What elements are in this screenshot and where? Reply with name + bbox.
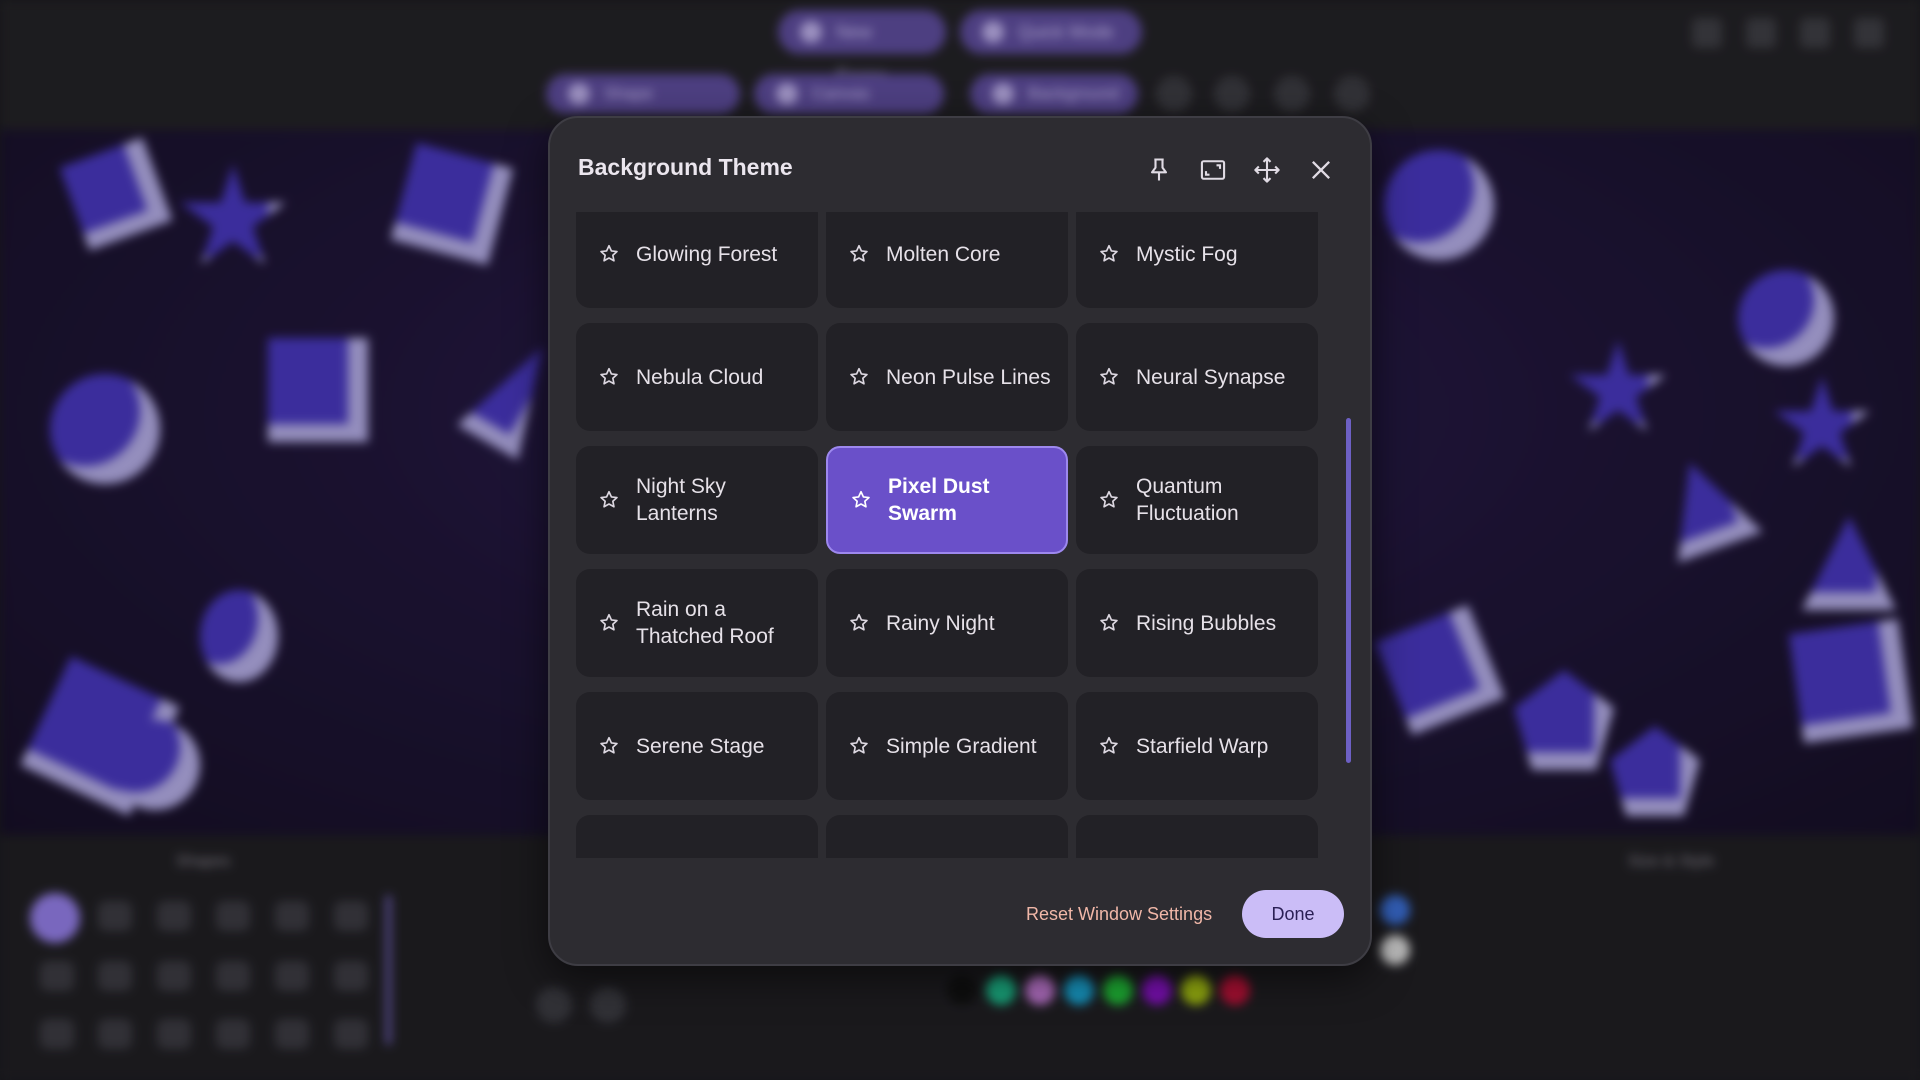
theme-card-label: Neural Synapse (1136, 365, 1286, 389)
theme-card-label: Neon Pulse Lines (886, 365, 1051, 389)
theme-card-label: Simple Gradient (886, 734, 1037, 758)
theme-grid[interactable]: Glowing Forest Molten Core Mystic Fog Nebul… (576, 212, 1318, 858)
favorite-star-icon[interactable] (848, 366, 870, 388)
move-button[interactable] (1247, 150, 1287, 190)
favorite-star-icon[interactable] (848, 612, 870, 634)
close-icon (1312, 161, 1330, 179)
theme-card[interactable]: Tranquil Moon (1076, 815, 1318, 858)
favorite-star-icon[interactable] (1098, 612, 1120, 634)
theme-card-label: Pixel Dust Swarm (888, 475, 990, 525)
theme-card-label: Rising Bubbles (1136, 611, 1277, 635)
theme-card-label: Glowing Forest (636, 242, 778, 266)
favorite-star-icon[interactable] (1098, 489, 1120, 511)
theme-card[interactable]: Molten Core (826, 212, 1068, 308)
favorite-star-icon[interactable] (848, 243, 870, 265)
theme-card[interactable]: The Silent Noh (826, 815, 1068, 858)
theme-card-label: Rain on a Thatched Roof (636, 598, 774, 648)
theme-grid-scrollbar[interactable] (1346, 418, 1351, 763)
theme-card-label: Molten Core (886, 242, 1001, 266)
theme-card[interactable]: Serene Stage (576, 692, 818, 800)
theme-card-label: Nebula Cloud (636, 365, 764, 389)
favorite-star-icon[interactable] (598, 366, 620, 388)
theme-card[interactable]: Glowing Forest (576, 212, 818, 308)
theme-card[interactable]: Neon Pulse Lines (826, 323, 1068, 431)
theme-card[interactable]: Starfield Warp (1076, 692, 1318, 800)
theme-card[interactable]: Quantum Fluctuation (1076, 446, 1318, 554)
theme-card[interactable]: Rain on a Thatched Roof (576, 569, 818, 677)
theme-card[interactable]: Night Sky Lanterns (576, 446, 818, 554)
done-button[interactable]: Done (1242, 890, 1344, 938)
dialog-title: Background Theme (578, 154, 793, 180)
move-icon (1254, 157, 1280, 183)
favorite-star-icon[interactable] (598, 612, 620, 634)
pin-icon (1150, 158, 1168, 181)
theme-card-label: Serene Stage (636, 734, 765, 758)
theme-card[interactable]: Simple Gradient (826, 692, 1068, 800)
favorite-star-icon[interactable] (598, 243, 620, 265)
theme-card-label: Mystic Fog (1136, 242, 1238, 266)
background-theme-dialog: Background Theme Glowing Forest Molten Co… (548, 116, 1372, 966)
theme-card[interactable]: Mystic Fog (1076, 212, 1318, 308)
close-button[interactable] (1301, 150, 1341, 190)
theme-card[interactable]: Pixel Dust Swarm (826, 446, 1068, 554)
theme-card-label: Starfield Warp (1136, 734, 1269, 758)
theme-card-label: Quantum Fluctuation (1136, 475, 1239, 525)
theme-card[interactable] (576, 815, 818, 858)
favorite-star-icon[interactable] (1098, 366, 1120, 388)
theme-card[interactable]: Rising Bubbles (1076, 569, 1318, 677)
theme-card[interactable]: Nebula Cloud (576, 323, 818, 431)
theme-card-label: Tranquil Moon (1136, 856, 1304, 859)
favorite-star-icon[interactable] (598, 735, 620, 757)
theme-card-label: Rainy Night (886, 611, 995, 635)
theme-card[interactable]: Neural Synapse (1076, 323, 1318, 431)
favorite-star-icon[interactable] (1098, 735, 1120, 757)
favorite-star-icon[interactable] (850, 489, 872, 511)
reset-window-settings-button[interactable]: Reset Window Settings (1026, 900, 1212, 928)
favorite-star-icon[interactable] (848, 735, 870, 757)
aspect-ratio-button[interactable] (1193, 150, 1233, 190)
theme-card-label: The Silent Noh (886, 856, 1054, 859)
favorite-star-icon[interactable] (598, 489, 620, 511)
favorite-star-icon[interactable] (1098, 243, 1120, 265)
aspect-ratio-icon (1200, 160, 1226, 180)
theme-card-label: Night Sky Lanterns (636, 475, 726, 525)
pin-button[interactable] (1139, 150, 1179, 190)
theme-card[interactable]: Rainy Night (826, 569, 1068, 677)
